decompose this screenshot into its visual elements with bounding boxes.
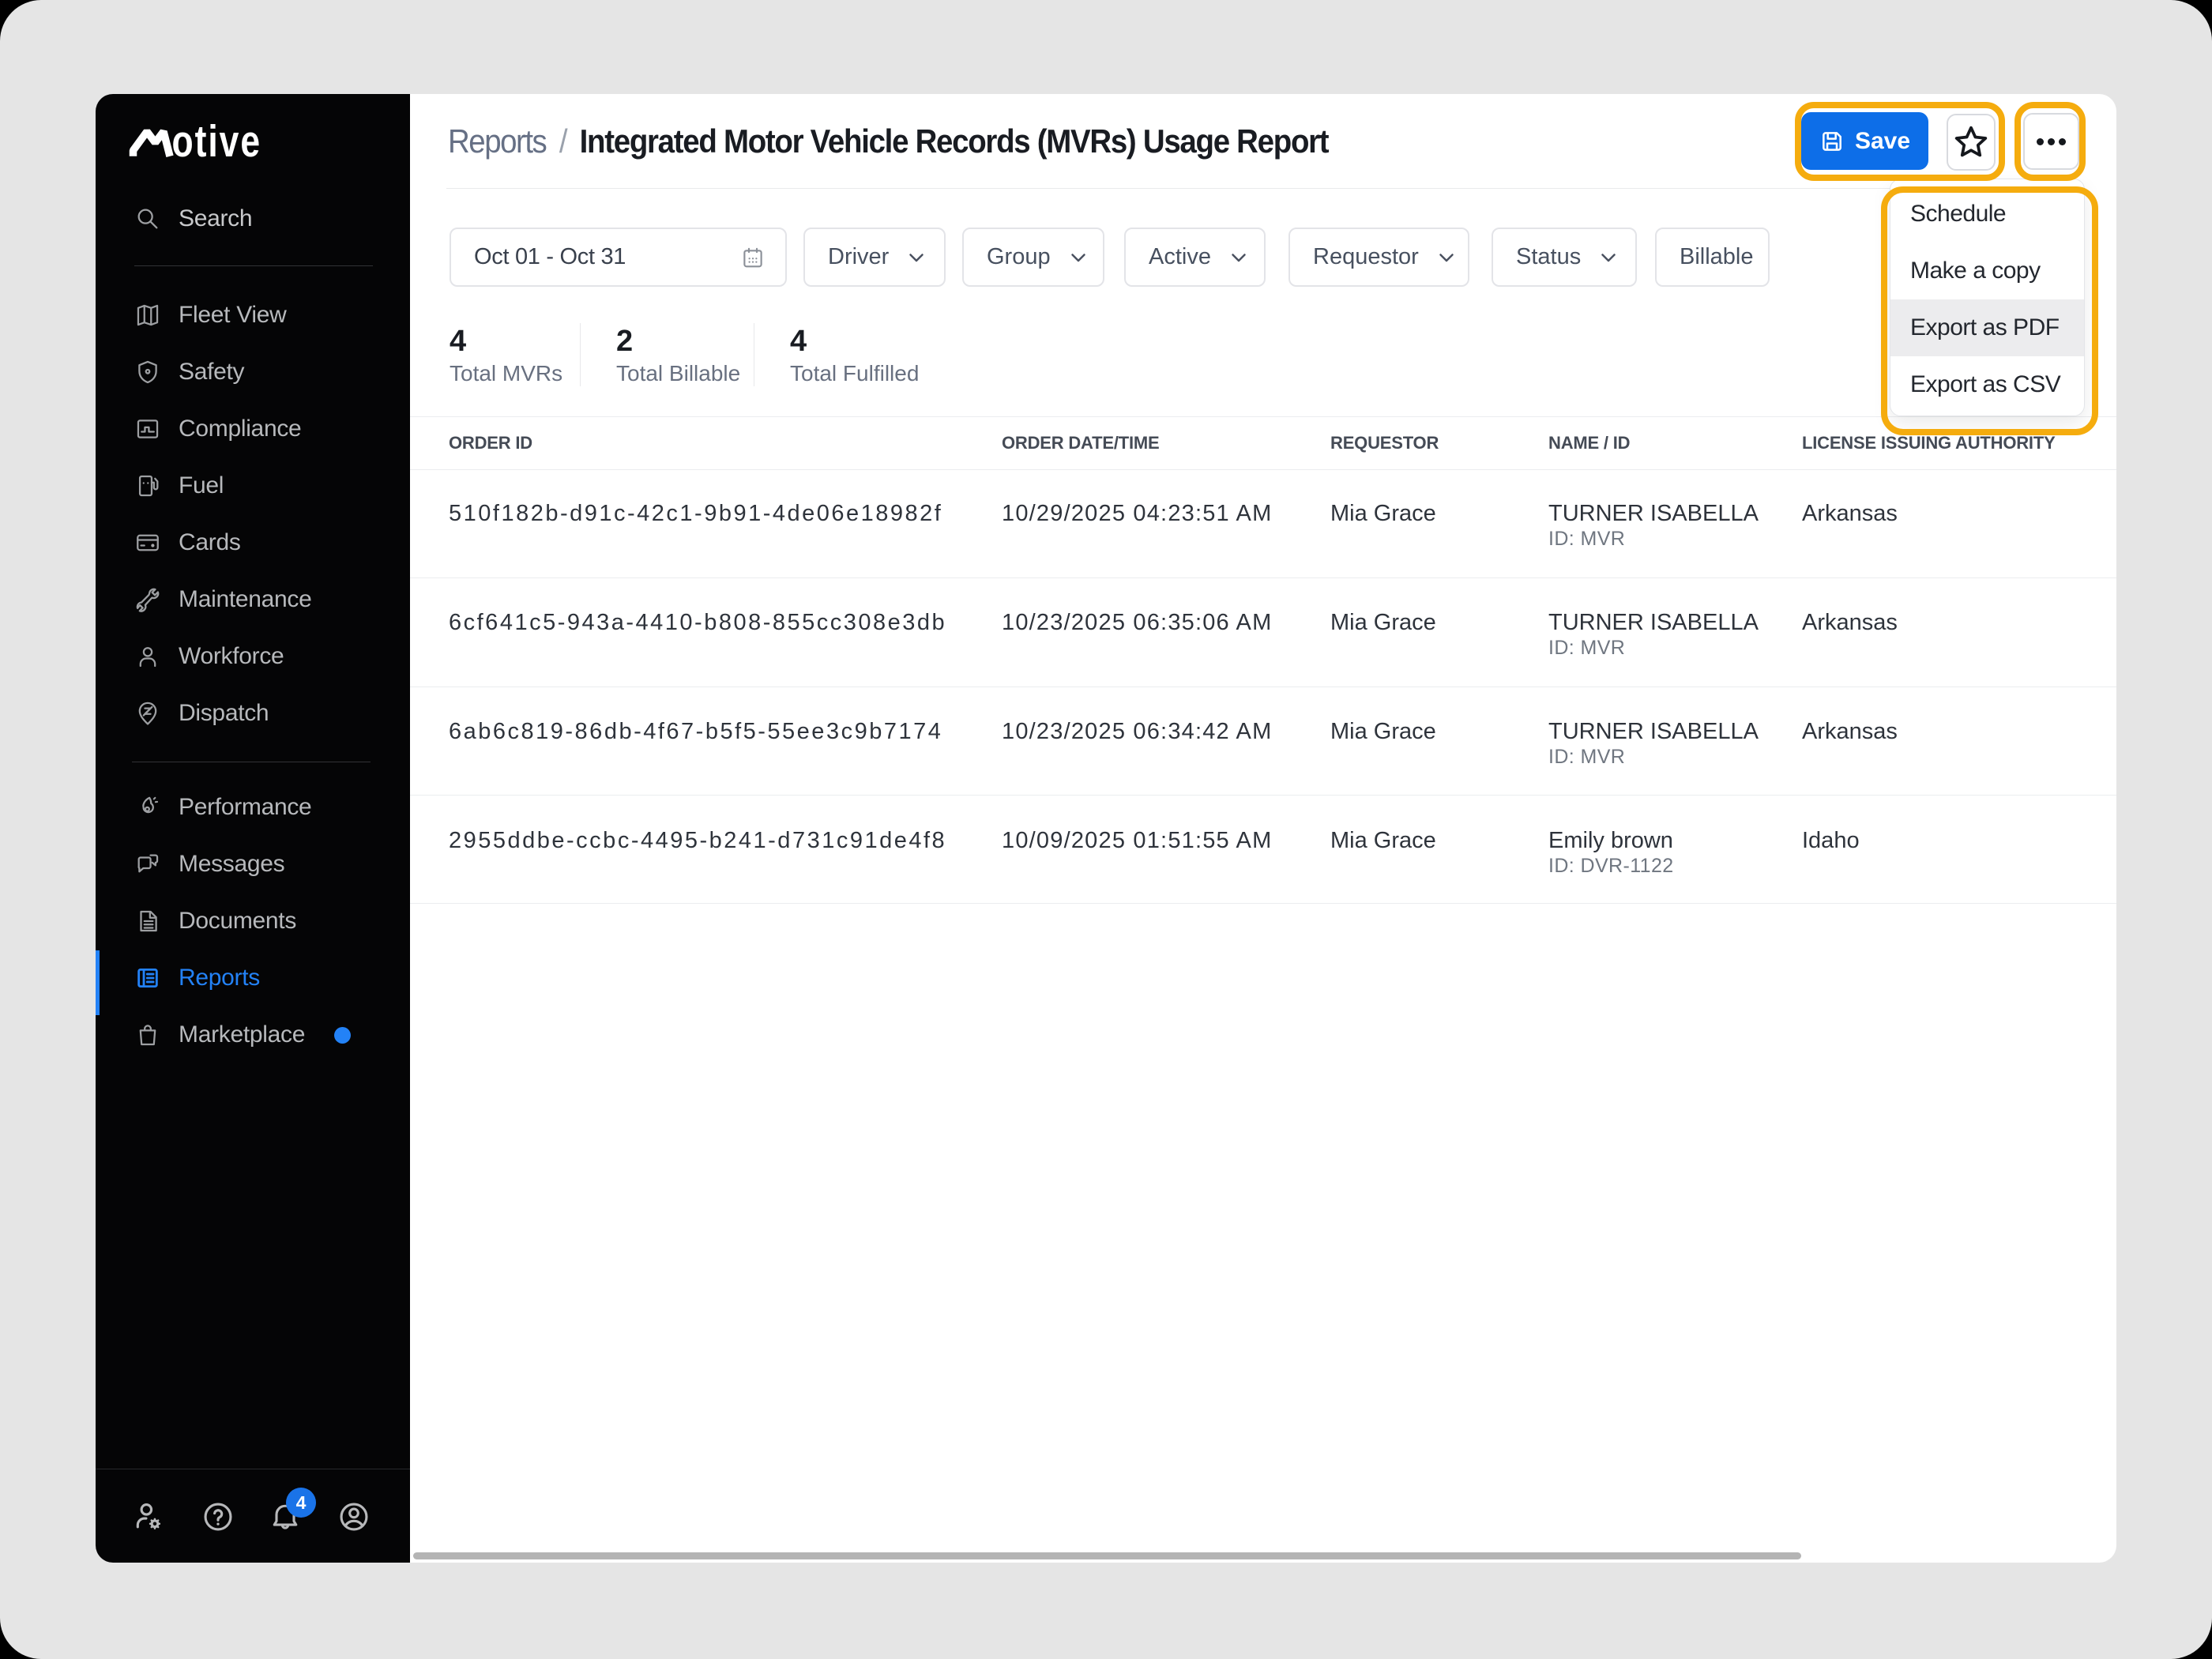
svg-text:otive: otive: [172, 116, 262, 164]
